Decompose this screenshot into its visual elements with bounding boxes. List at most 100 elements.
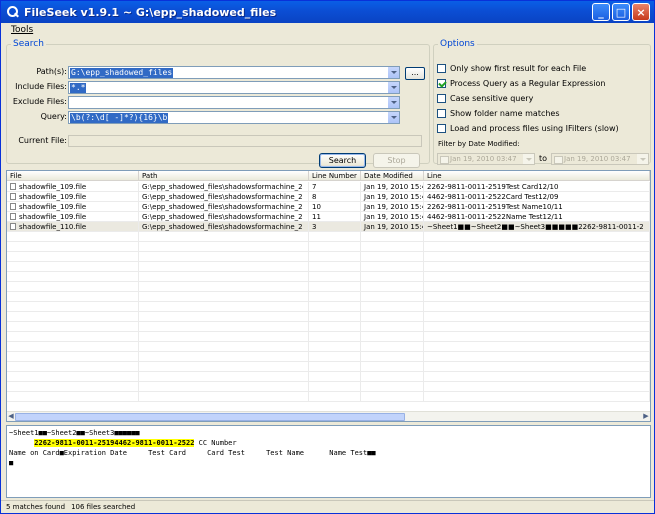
- window-title: FileSeek v1.9.1 ~ G:\epp_shadowed_files: [24, 5, 277, 19]
- results-rows: shadowfile_109.file G:\epp_shadowed_file…: [7, 182, 650, 402]
- cell-date: Jan 19, 2010 15:41: [361, 182, 424, 192]
- empty-row: [7, 272, 650, 282]
- checkbox[interactable]: [437, 94, 446, 103]
- close-button[interactable]: ×: [632, 3, 650, 21]
- empty-row: [7, 262, 650, 272]
- chevron-down-icon[interactable]: [387, 67, 399, 78]
- current-file-label: Current File:: [18, 136, 67, 145]
- col-line[interactable]: Line: [424, 171, 650, 181]
- search-button[interactable]: Search: [319, 153, 366, 168]
- option-case-sensitive[interactable]: Case sensitive query: [437, 94, 533, 103]
- results-list[interactable]: File Path Line Number Date Modified Line…: [6, 170, 651, 422]
- title-bar[interactable]: FileSeek v1.9.1 ~ G:\epp_shadowed_files …: [1, 1, 654, 23]
- empty-row: [7, 322, 650, 332]
- search-legend: Search: [13, 39, 44, 49]
- results-header: File Path Line Number Date Modified Line: [7, 171, 650, 181]
- date-to-value: Jan 19, 2010 03:47: [564, 155, 631, 163]
- col-path[interactable]: Path: [139, 171, 309, 181]
- cell-line: 4462-9811-0011-2522Card Test12/09: [424, 192, 650, 202]
- line-preview[interactable]: ~Sheet1■■~Sheet2■■~Sheet3■■■■■■ 2262-981…: [6, 425, 651, 498]
- chevron-down-icon[interactable]: [387, 97, 399, 108]
- query-label: Query:: [40, 112, 67, 121]
- cell-path: G:\epp_shadowed_files\shadowsformachine_…: [139, 202, 309, 212]
- file-icon: [10, 183, 16, 190]
- path-label: Path(s):: [36, 67, 67, 76]
- preview-line: ~Sheet1■■~Sheet2■■~Sheet3■■■■■■: [9, 429, 140, 437]
- table-row-selected[interactable]: shadowfile_110.file G:\epp_shadowed_file…: [7, 222, 650, 232]
- scroll-left-icon[interactable]: ◀: [7, 412, 15, 421]
- preview-match-highlight: 4462-9811-0011-2522: [114, 439, 195, 447]
- col-file[interactable]: File: [7, 171, 139, 181]
- filter-date-label: Filter by Date Modified:: [438, 140, 520, 148]
- preview-line: CC Number: [194, 439, 237, 447]
- cell-line-number: 10: [309, 202, 361, 212]
- checkbox-checked[interactable]: [437, 79, 446, 88]
- col-date-modified[interactable]: Date Modified: [361, 171, 424, 181]
- scroll-right-icon[interactable]: ▶: [642, 412, 650, 421]
- empty-row: [7, 292, 650, 302]
- cell-line-number: 3: [309, 222, 361, 232]
- empty-row: [7, 312, 650, 322]
- preview-line: ■: [9, 459, 14, 467]
- empty-row: [7, 372, 650, 382]
- option-folder-names[interactable]: Show folder name matches: [437, 109, 560, 118]
- table-row[interactable]: shadowfile_109.file G:\epp_shadowed_file…: [7, 202, 650, 212]
- date-to-picker[interactable]: Jan 19, 2010 03:47: [551, 153, 649, 165]
- option-ifilters[interactable]: Load and process files using IFilters (s…: [437, 124, 619, 133]
- menu-tools[interactable]: Tools: [11, 25, 33, 35]
- empty-row: [7, 252, 650, 262]
- chevron-down-icon[interactable]: [523, 154, 534, 164]
- scrollbar-thumb[interactable]: [15, 413, 405, 421]
- preview-match-highlight: 2262-9811-0011-2519: [34, 439, 115, 447]
- date-from-picker[interactable]: Jan 19, 2010 03:47: [437, 153, 535, 165]
- table-row[interactable]: shadowfile_109.file G:\epp_shadowed_file…: [7, 212, 650, 222]
- option-label: Only show first result for each File: [450, 64, 587, 73]
- cell-path: G:\epp_shadowed_files\shadowsformachine_…: [139, 222, 309, 232]
- cell-date: Jan 19, 2010 15:41: [361, 192, 424, 202]
- date-from-value: Jan 19, 2010 03:47: [450, 155, 517, 163]
- path-value: G:\epp_shadowed_files: [70, 68, 174, 78]
- option-regex[interactable]: Process Query as a Regular Expression: [437, 79, 605, 88]
- empty-row: [7, 332, 650, 342]
- empty-row: [7, 382, 650, 392]
- file-icon: [10, 213, 16, 220]
- stop-button[interactable]: Stop: [373, 153, 420, 168]
- empty-row: [7, 242, 650, 252]
- cell-date: Jan 19, 2010 15:41: [361, 202, 424, 212]
- include-files-combo[interactable]: *.*: [68, 81, 400, 94]
- path-combo[interactable]: G:\epp_shadowed_files: [68, 66, 400, 79]
- minimize-button[interactable]: _: [592, 3, 610, 21]
- chevron-down-icon[interactable]: [387, 82, 399, 93]
- checkbox[interactable]: [437, 109, 446, 118]
- search-group: Search Path(s): G:\epp_shadowed_files ..…: [6, 39, 430, 168]
- cell-path: G:\epp_shadowed_files\shadowsformachine_…: [139, 182, 309, 192]
- cell-path: G:\epp_shadowed_files\shadowsformachine_…: [139, 192, 309, 202]
- empty-row: [7, 342, 650, 352]
- empty-row: [7, 392, 650, 402]
- col-line-number[interactable]: Line Number: [309, 171, 361, 181]
- empty-row: [7, 352, 650, 362]
- to-label: to: [539, 154, 548, 163]
- table-row[interactable]: shadowfile_109.file G:\epp_shadowed_file…: [7, 182, 650, 192]
- browse-button[interactable]: ...: [405, 67, 425, 80]
- preview-indent: [9, 439, 34, 447]
- maximize-button[interactable]: □: [612, 3, 630, 21]
- app-window: FileSeek v1.9.1 ~ G:\epp_shadowed_files …: [0, 0, 655, 514]
- cell-file: shadowfile_109.file: [19, 193, 87, 201]
- horizontal-scrollbar[interactable]: ◀ ▶: [7, 411, 650, 421]
- cell-line: ~Sheet1■■~Sheet2■■~Sheet3■■■■■2262-9811-…: [424, 222, 650, 232]
- table-row[interactable]: shadowfile_109.file G:\epp_shadowed_file…: [7, 192, 650, 202]
- query-combo[interactable]: \b(?:\d[ -]*?){16}\b: [68, 111, 400, 124]
- checkbox[interactable]: [437, 64, 446, 73]
- file-icon: [10, 203, 16, 210]
- current-file-field: [68, 135, 422, 147]
- cell-line-number: 7: [309, 182, 361, 192]
- exclude-files-combo[interactable]: [68, 96, 400, 109]
- chevron-down-icon[interactable]: [387, 112, 399, 123]
- include-value: *.*: [70, 83, 87, 93]
- option-first-result[interactable]: Only show first result for each File: [437, 64, 586, 73]
- checkbox[interactable]: [437, 124, 446, 133]
- query-value: \b(?:\d[ -]*?){16}\b: [70, 113, 169, 123]
- status-files-searched: 106 files searched: [71, 503, 136, 511]
- chevron-down-icon[interactable]: [637, 154, 648, 164]
